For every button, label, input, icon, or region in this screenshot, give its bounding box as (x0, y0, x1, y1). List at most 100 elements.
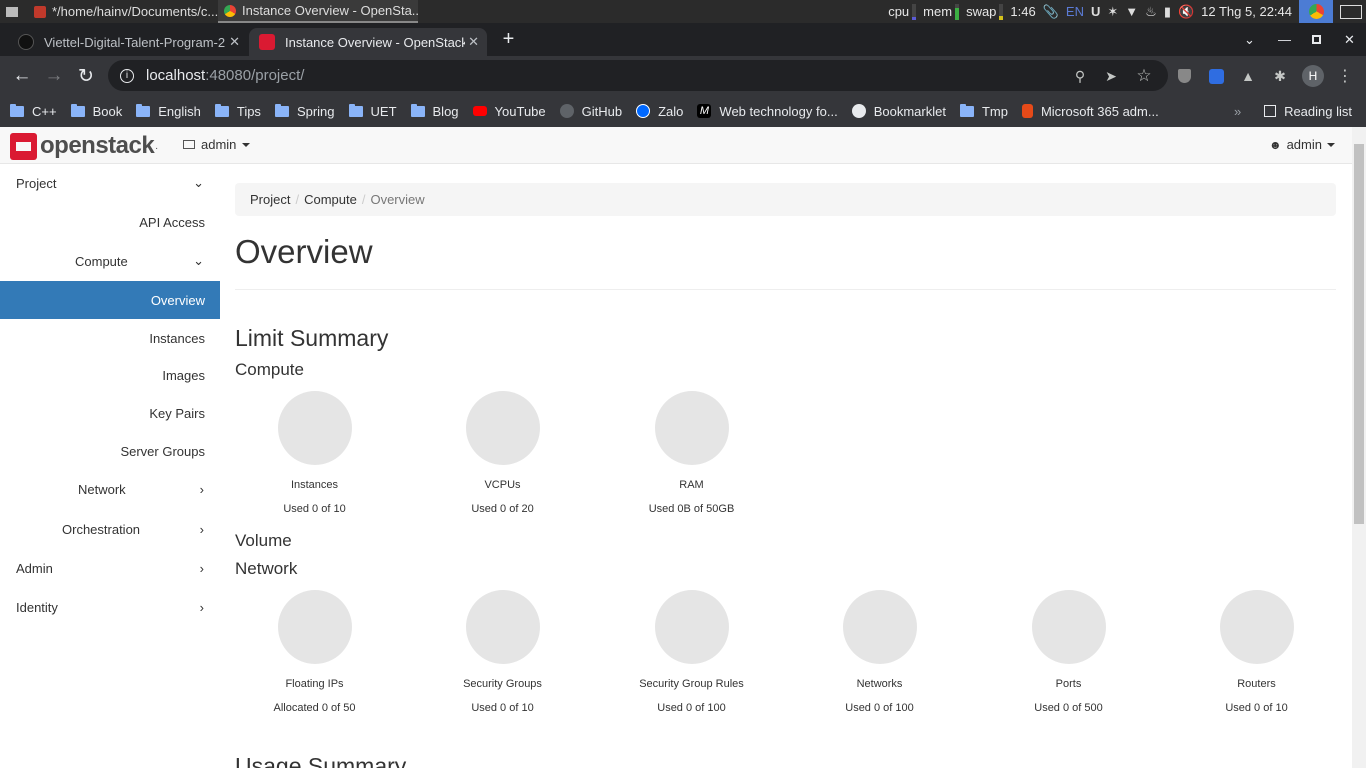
bookmark-github[interactable]: GitHub (559, 104, 622, 119)
pie-chart (1219, 590, 1294, 664)
sidebar-item-orchestration[interactable]: Orchestration › (0, 510, 220, 548)
url-host: localhost (146, 67, 206, 84)
reading-list-icon (1264, 105, 1277, 117)
tab-search-icon[interactable]: ⌄ (1233, 23, 1266, 56)
sidebar-item-instances[interactable]: Instances (0, 319, 220, 357)
pie-title: Security Group Rules (639, 678, 744, 690)
desktop-icon[interactable] (1340, 4, 1362, 19)
bookmark-tips[interactable]: Tips (214, 103, 261, 119)
taskbar-item-editor[interactable]: */home/hainv/Documents/c... (28, 0, 218, 23)
breadcrumb-compute[interactable]: Compute (304, 192, 357, 207)
taskbar-item-label: */home/hainv/Documents/c... (52, 4, 218, 19)
openstack-logo-icon (10, 132, 37, 160)
breadcrumb-project[interactable]: Project (250, 192, 290, 207)
mdn-icon: M (697, 104, 712, 118)
page-scrollbar[interactable] (1352, 127, 1366, 768)
profile-avatar[interactable]: H (1302, 65, 1324, 87)
more-menu-icon[interactable]: ⋮ (1335, 66, 1355, 86)
sidebar-item-api-access[interactable]: API Access (0, 203, 220, 241)
minimize-icon[interactable]: — (1268, 23, 1301, 56)
bookmark-cpp[interactable]: C++ (10, 103, 57, 119)
chevron-down-icon: ⌄ (193, 253, 204, 268)
paperclip-icon[interactable]: 📎 (1043, 4, 1059, 20)
zalo-icon (636, 104, 651, 118)
project-list-icon (183, 140, 195, 149)
bookmark-uet[interactable]: UET (348, 103, 397, 119)
reading-list-button[interactable]: Reading list (1264, 95, 1352, 127)
sidebar-item-key-pairs[interactable]: Key Pairs (0, 394, 220, 432)
bookmark-tmp[interactable]: Tmp (959, 103, 1008, 119)
more-bookmarks-icon[interactable]: » (1234, 104, 1241, 119)
sidebar-item-server-groups[interactable]: Server Groups (0, 432, 220, 470)
page-title: Overview (235, 233, 373, 270)
system-tray: cpu mem swap 1:46 📎 EN U ✶ ▼ ♨ ▮ 🔇 12 Th… (888, 0, 1366, 23)
new-tab-button[interactable]: + (492, 23, 525, 56)
battery-icon[interactable]: ▮ (1164, 4, 1171, 20)
scrollbar-thumb[interactable] (1354, 144, 1364, 524)
unikey-icon[interactable]: U (1091, 4, 1100, 19)
reload-icon[interactable]: ↻ (72, 62, 100, 90)
user-icon: ☻ (1268, 137, 1282, 152)
back-icon[interactable]: ← (8, 62, 36, 90)
breadcrumb-current: Overview (370, 192, 425, 207)
chrome-tray-icon[interactable] (1299, 0, 1333, 23)
sidebar-item-compute[interactable]: Compute ⌄ (0, 242, 220, 280)
close-window-icon[interactable]: ✕ (1333, 23, 1366, 56)
sidebar-item-overview[interactable]: Overview (0, 281, 220, 319)
limit-summary-heading: Limit Summary (235, 325, 389, 351)
folder-icon (348, 103, 363, 117)
bookmark-microsoft365[interactable]: Microsoft 365 adm... (1021, 104, 1159, 119)
pie-title: Floating IPs (285, 678, 344, 690)
quota-pie-routers: Routers Used 0 of 10 (1162, 590, 1351, 714)
bookmark-youtube[interactable]: YouTube (472, 104, 546, 119)
logo-text: openstack (40, 132, 155, 159)
sidebar-item-images[interactable]: Images (0, 356, 220, 394)
bookmark-english[interactable]: English (136, 103, 201, 119)
forward-icon[interactable]: → (40, 62, 68, 90)
pie-chart (842, 590, 917, 664)
tab-viettel[interactable]: Viettel-Digital-Talent-Program-2 ✕ (8, 28, 248, 56)
bookmark-mdn[interactable]: M Web technology fo... (697, 104, 838, 119)
github-icon (559, 104, 574, 118)
send-icon[interactable]: ➤ (1101, 66, 1121, 86)
openstack-logo[interactable]: openstack. (10, 132, 158, 160)
sidebar-item-identity[interactable]: Identity › (0, 588, 220, 626)
volume-muted-icon[interactable]: 🔇 (1178, 4, 1194, 20)
sidebar-item-admin[interactable]: Admin › (0, 549, 220, 587)
bookmark-book[interactable]: Book (70, 103, 122, 119)
bluetooth-icon[interactable]: ✶ (1107, 4, 1118, 20)
pie-chart (654, 590, 729, 664)
keyboard-layout[interactable]: EN (1066, 4, 1084, 19)
address-bar[interactable]: i localhost:48080/project/ (108, 60, 1168, 91)
maximize-icon[interactable] (1300, 23, 1333, 56)
tab-openstack[interactable]: Instance Overview - OpenStack ✕ (249, 28, 487, 56)
wifi-icon[interactable]: ▼ (1125, 4, 1138, 19)
extensions-puzzle-icon[interactable]: ✱ (1270, 66, 1290, 86)
bookmark-bookmarklet[interactable]: Bookmarklet (851, 104, 946, 119)
project-selector[interactable]: admin (183, 137, 251, 152)
files-icon[interactable] (6, 6, 18, 17)
github-icon (18, 34, 34, 50)
close-tab-icon[interactable]: ✕ (229, 34, 240, 50)
youtube-icon (472, 106, 487, 116)
bookmark-star-icon[interactable]: ☆ (1134, 66, 1154, 86)
extension-bell-icon[interactable]: ▲ (1238, 66, 1258, 86)
close-tab-icon[interactable]: ✕ (468, 34, 479, 50)
os-top-panel: */home/hainv/Documents/c... Instance Ove… (0, 0, 1366, 23)
chevron-right-icon: › (199, 560, 204, 576)
sidebar-item-network[interactable]: Network › (0, 470, 220, 508)
pie-title: Instances (290, 479, 339, 491)
ublock-icon[interactable] (1174, 66, 1194, 86)
bookmark-blog[interactable]: Blog (410, 103, 459, 119)
bitwarden-icon[interactable] (1206, 66, 1226, 86)
user-menu[interactable]: ☻ admin (1269, 137, 1335, 152)
bookmark-spring[interactable]: Spring (274, 103, 335, 119)
bookmark-zalo[interactable]: Zalo (636, 104, 683, 119)
network-heading: Network (235, 559, 298, 578)
password-key-icon[interactable]: ⚲ (1070, 66, 1090, 86)
sidebar-item-project[interactable]: Project ⌄ (0, 164, 220, 202)
notification-bell-icon[interactable]: ♨ (1145, 4, 1157, 20)
site-info-icon[interactable]: i (120, 68, 134, 83)
taskbar-item-browser[interactable]: Instance Overview - OpenSta... (218, 0, 418, 23)
clock[interactable]: 12 Thg 5, 22:44 (1201, 4, 1292, 19)
